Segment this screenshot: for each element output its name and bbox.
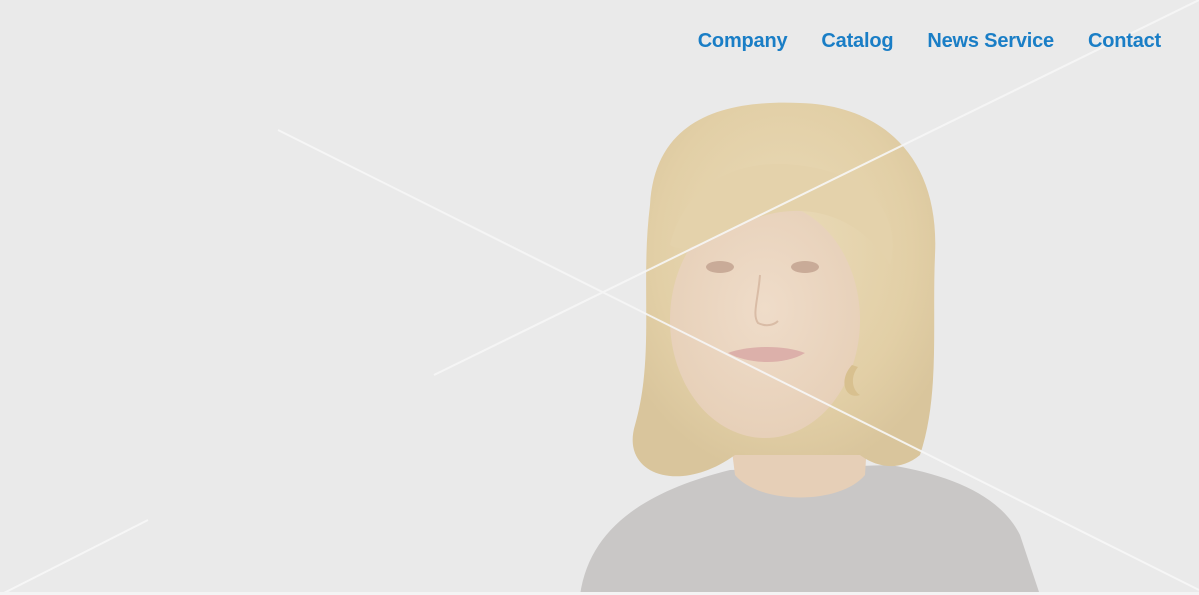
page: Company Catalog News Service Contact <box>0 0 1199 595</box>
nav-item-catalog[interactable]: Catalog <box>821 30 893 53</box>
nav-item-news-service[interactable]: News Service <box>927 30 1054 53</box>
nav-item-contact[interactable]: Contact <box>1088 30 1161 53</box>
main-nav: Company Catalog News Service Contact <box>698 30 1162 53</box>
hero-portrait-image <box>580 102 1040 595</box>
nav-item-company[interactable]: Company <box>698 30 788 53</box>
